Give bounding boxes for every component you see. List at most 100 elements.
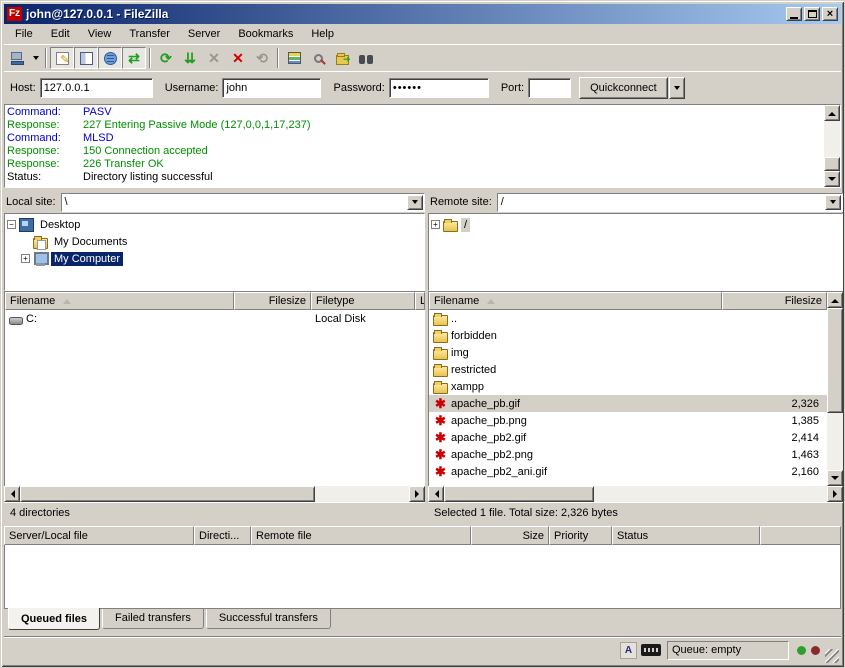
log-scrollbar[interactable] [824,105,840,187]
scroll-thumb[interactable] [444,486,594,502]
queue-body[interactable] [4,545,841,609]
remote-hscrollbar[interactable] [428,486,843,502]
scroll-thumb[interactable] [20,486,315,502]
column-header-filetype[interactable]: Filetype [311,292,415,310]
scroll-left-button[interactable] [4,486,20,502]
close-button[interactable]: × [822,7,838,21]
remote-list-header: Filename Filesize [429,292,827,310]
tree-item-root[interactable]: + / [431,216,842,233]
file-row[interactable]: img [429,344,827,361]
site-manager-dropdown[interactable] [30,47,42,69]
tree-item-desktop[interactable]: − Desktop [7,216,424,233]
port-input[interactable] [528,78,571,98]
tab-failed-transfers[interactable]: Failed transfers [102,609,204,629]
image-file-icon: ✱ [433,465,448,479]
toggle-message-log-button[interactable] [50,47,74,69]
log-line: Response:226 Transfer OK [7,158,822,171]
process-queue-button[interactable]: ⇊ [178,47,202,69]
column-header-filesize[interactable]: Filesize [722,292,827,310]
file-row[interactable]: xampp [429,378,827,395]
tab-successful-transfers[interactable]: Successful transfers [206,609,331,629]
tab-queued-files[interactable]: Queued files [8,608,100,630]
message-log: Command:PASVResponse:227 Entering Passiv… [4,104,841,188]
scroll-right-button[interactable] [409,486,425,502]
file-row[interactable]: ✱apache_pb.png1,385 [429,412,827,429]
scroll-down-button[interactable] [824,171,840,187]
toggle-local-tree-button[interactable] [74,47,98,69]
file-row[interactable]: ✱apache_pb2.png1,463 [429,446,827,463]
username-input[interactable] [222,78,321,98]
cancel-button[interactable]: ✕ [202,47,226,69]
remote-status-bar: Selected 1 file. Total size: 2,326 bytes [428,502,843,522]
file-row[interactable]: ✱apache_pb2.gif2,414 [429,429,827,446]
scroll-down-button[interactable] [827,470,843,486]
queue-column-header[interactable]: Server/Local file [4,526,194,545]
menu-item-help[interactable]: Help [302,26,343,42]
disconnect-button[interactable]: ✕ [226,47,250,69]
combo-dropdown-button[interactable] [407,195,423,210]
tree-item-my-documents[interactable]: My Documents [7,233,424,250]
column-header-filename[interactable]: Filename [5,292,234,310]
remote-vscrollbar[interactable] [827,292,843,486]
menu-item-edit[interactable]: Edit [42,26,79,42]
datatype-indicator-icon[interactable]: A [620,642,637,659]
file-row[interactable]: ✱apache_pb.gif2,326 [429,395,827,412]
file-row[interactable]: C:Local Disk [5,310,425,327]
cancel-icon: ✕ [208,51,220,65]
minimize-button[interactable] [786,7,802,21]
toggle-queue-button[interactable]: ⇄ [122,47,146,69]
filter-button[interactable] [306,47,330,69]
local-site-combo[interactable]: \ [61,193,425,212]
file-row[interactable]: forbidden [429,327,827,344]
menu-item-server[interactable]: Server [179,26,229,42]
scroll-thumb[interactable] [827,308,843,413]
scroll-up-button[interactable] [827,292,843,308]
host-input[interactable] [40,78,153,98]
quickconnect-dropdown[interactable] [669,77,685,99]
tree-item-my-computer[interactable]: + My Computer [7,250,424,267]
local-tree[interactable]: − Desktop My Documents + My Computer [4,213,425,291]
menu-item-view[interactable]: View [79,26,121,42]
collapse-icon[interactable]: − [7,220,16,229]
file-row[interactable]: restricted [429,361,827,378]
queue-column-header[interactable]: Status [612,526,760,545]
queue-column-header[interactable]: Remote file [251,526,471,545]
maximize-button[interactable] [804,7,820,21]
reconnect-button[interactable]: ⟲ [250,47,274,69]
scroll-left-button[interactable] [428,486,444,502]
expand-icon[interactable]: + [21,254,30,263]
expand-icon[interactable]: + [431,220,440,229]
column-header-filesize[interactable]: Filesize [234,292,311,310]
file-row[interactable]: ✱apache_pb2_ani.gif2,160 [429,463,827,480]
column-header-filename[interactable]: Filename [429,292,722,310]
menu-item-file[interactable]: File [6,26,42,42]
remote-site-combo[interactable]: / [497,193,843,212]
resize-grip[interactable] [825,649,839,663]
tree-panes: Local site: \ − Desktop My Documents + [4,192,841,291]
menu-item-transfer[interactable]: Transfer [120,26,179,42]
menu-item-bookmarks[interactable]: Bookmarks [229,26,302,42]
refresh-button[interactable]: ⟳ [154,47,178,69]
speed-limits-icon[interactable] [641,644,661,656]
remote-tree[interactable]: + / [428,213,843,291]
search-button[interactable] [354,47,378,69]
scroll-up-button[interactable] [824,105,840,121]
toggle-remote-tree-button[interactable] [98,47,122,69]
queue-column-header[interactable]: Size [471,526,549,545]
local-hscrollbar[interactable] [4,486,425,502]
title-bar[interactable]: Fz john@127.0.0.1 - FileZilla × [4,4,841,24]
directory-comparison-button[interactable] [282,47,306,69]
queue-column-header[interactable]: Directi... [194,526,251,545]
queue-column-header[interactable]: Priority [549,526,612,545]
activity-led-green [797,646,806,655]
sync-browsing-button[interactable] [330,47,354,69]
quickconnect-button[interactable]: Quickconnect [579,77,668,99]
log-line: Command:MLSD [7,132,822,145]
column-header-lastmodified[interactable]: L [415,292,425,310]
password-input[interactable] [389,78,489,98]
scroll-thumb[interactable] [824,157,840,171]
file-row[interactable]: .. [429,310,827,327]
site-manager-button[interactable] [6,47,30,69]
scroll-right-button[interactable] [827,486,843,502]
combo-dropdown-button[interactable] [825,195,841,210]
